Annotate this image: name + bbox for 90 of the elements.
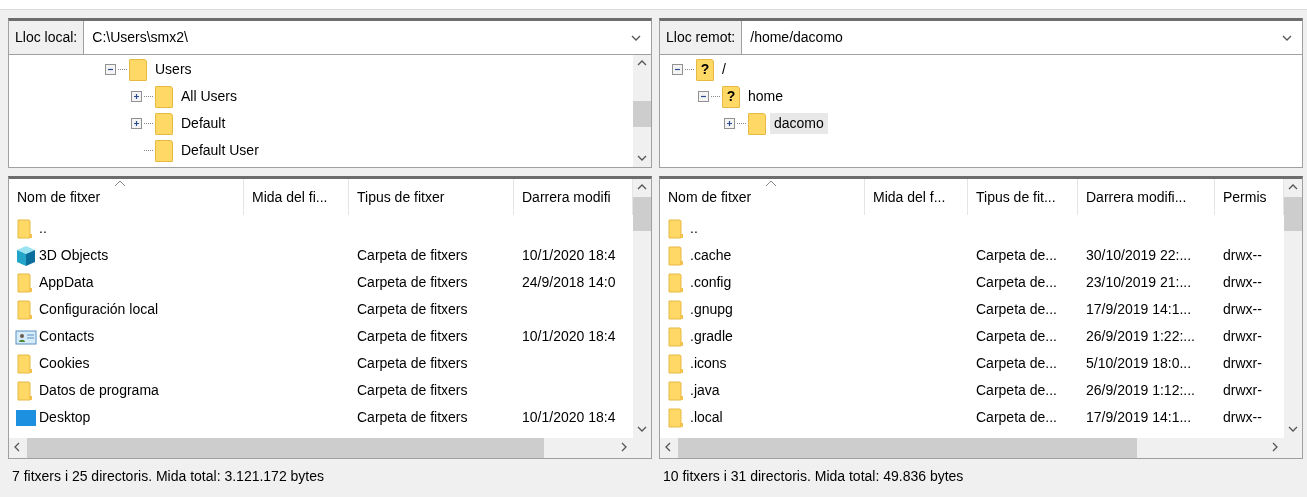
column-header[interactable]: Tipus de fit... xyxy=(968,179,1078,215)
vertical-scrollbar[interactable] xyxy=(633,55,651,167)
table-cell: 10/1/2020 18:4 xyxy=(522,409,616,426)
column-header[interactable]: Nom de fitxer xyxy=(9,179,244,215)
file-name[interactable]: .java xyxy=(690,382,720,399)
table-cell: 23/10/2019 21:... xyxy=(1086,274,1192,291)
collapse-icon[interactable] xyxy=(105,64,116,75)
table-cell: Carpeta de fitxers xyxy=(357,247,468,264)
scrollbar-thumb[interactable] xyxy=(678,438,1137,458)
column-header[interactable]: Mida del f... xyxy=(865,179,968,215)
tree-item[interactable]: All Users xyxy=(177,86,241,107)
table-cell: Carpeta de... xyxy=(976,355,1057,372)
table-cell: drwxr- xyxy=(1223,355,1262,372)
table-cell: Carpeta de fitxers xyxy=(357,328,468,345)
file-name[interactable]: AppData xyxy=(39,274,94,291)
table-cell: Carpeta de... xyxy=(976,247,1057,264)
scrollbar-thumb[interactable] xyxy=(633,101,651,127)
table-cell: 17/9/2019 14:1... xyxy=(1086,301,1192,318)
column-header[interactable]: Tipus de fitxer xyxy=(349,179,514,215)
table-cell: drwx-- xyxy=(1223,247,1262,264)
collapse-icon[interactable] xyxy=(672,64,683,75)
collapse-icon[interactable] xyxy=(698,91,709,102)
file-name[interactable]: .. xyxy=(39,220,47,237)
location-label: Lloc local: xyxy=(9,21,85,54)
column-header[interactable]: Darrera modifi... xyxy=(1078,179,1215,215)
table-cell: 10/1/2020 18:4 xyxy=(522,328,616,345)
status-text: 10 fitxers i 31 directoris. Mida total: 49.836 bytes xyxy=(662,466,965,486)
folder-icon xyxy=(155,112,173,135)
table-cell: Carpeta de... xyxy=(976,409,1057,426)
file-name[interactable]: Cookies xyxy=(39,355,90,372)
expand-icon[interactable] xyxy=(131,118,142,129)
table-cell: Carpeta de... xyxy=(976,274,1057,291)
table-cell: 30/10/2019 22:... xyxy=(1086,247,1192,264)
tree-item[interactable]: dacomo xyxy=(770,113,828,134)
folder-icon xyxy=(155,85,173,108)
unknown-folder-icon: ? xyxy=(696,58,714,81)
table-cell: 24/9/2018 14:0 xyxy=(522,274,616,291)
table-cell: 17/9/2019 14:1... xyxy=(1086,409,1192,426)
column-header[interactable]: Nom de fitxer xyxy=(660,179,865,215)
file-name[interactable]: .gnupg xyxy=(690,301,733,318)
file-name[interactable]: Contacts xyxy=(39,328,95,345)
table-cell: Carpeta de... xyxy=(976,301,1057,318)
table-cell: drwxr- xyxy=(1223,328,1262,345)
file-name[interactable]: .local xyxy=(690,409,723,426)
vertical-scrollbar[interactable] xyxy=(633,179,651,438)
scrollbar-thumb[interactable] xyxy=(27,438,545,458)
folder-icon xyxy=(129,58,147,81)
table-cell: drwxr- xyxy=(1223,382,1262,399)
horizontal-scrollbar[interactable] xyxy=(660,438,1302,458)
expand-icon[interactable] xyxy=(131,91,142,102)
file-name[interactable]: .gradle xyxy=(690,328,733,345)
file-name[interactable]: Datos de programa xyxy=(39,382,159,399)
tree-item[interactable]: Users xyxy=(151,59,196,80)
cube-icon xyxy=(15,244,37,267)
file-name[interactable]: Desktop xyxy=(39,409,91,426)
expand-icon[interactable] xyxy=(724,118,735,129)
table-cell: drwx-- xyxy=(1223,301,1262,318)
table-cell: 5/10/2019 18:0... xyxy=(1086,355,1192,372)
column-header[interactable]: Mida del fi... xyxy=(244,179,349,215)
table-cell: Carpeta de fitxers xyxy=(357,409,468,426)
unknown-folder-icon: ? xyxy=(722,85,740,108)
table-cell: Carpeta de fitxers xyxy=(357,274,468,291)
table-cell: 26/9/2019 1:22:... xyxy=(1086,328,1195,345)
location-label: Lloc remot: xyxy=(660,21,743,54)
file-name[interactable]: .icons xyxy=(690,355,727,372)
table-cell: drwx-- xyxy=(1223,274,1262,291)
table-cell: Carpeta de fitxers xyxy=(357,382,468,399)
table-cell: Carpeta de fitxers xyxy=(357,301,468,318)
table-cell: Carpeta de... xyxy=(976,328,1057,345)
file-name[interactable]: .. xyxy=(690,220,698,237)
horizontal-scrollbar[interactable] xyxy=(9,438,651,458)
folder-icon xyxy=(155,139,173,162)
file-name[interactable]: Configuración local xyxy=(39,301,159,318)
table-cell: Carpeta de fitxers xyxy=(357,355,468,372)
status-text: 7 fitxers i 25 directoris. Mida total: 3.121.172 bytes xyxy=(11,466,326,486)
table-cell: 26/9/2019 1:12:... xyxy=(1086,382,1195,399)
file-name[interactable]: .config xyxy=(690,274,732,291)
scrollbar-thumb[interactable] xyxy=(1284,197,1302,231)
vertical-scrollbar[interactable] xyxy=(1284,179,1302,438)
tree-item[interactable]: / xyxy=(718,59,730,80)
tree-item[interactable]: home xyxy=(744,86,788,107)
file-name[interactable]: .cache xyxy=(690,247,732,264)
scrollbar-thumb[interactable] xyxy=(633,197,651,231)
folder-icon xyxy=(748,112,766,135)
table-cell: Carpeta de... xyxy=(976,382,1057,399)
tree-item[interactable]: Default xyxy=(177,113,230,134)
file-name[interactable]: 3D Objects xyxy=(39,247,109,264)
table-cell: drwx-- xyxy=(1223,409,1262,426)
table-cell: 10/1/2020 18:4 xyxy=(522,247,616,264)
tree-item[interactable]: Default User xyxy=(177,140,263,161)
